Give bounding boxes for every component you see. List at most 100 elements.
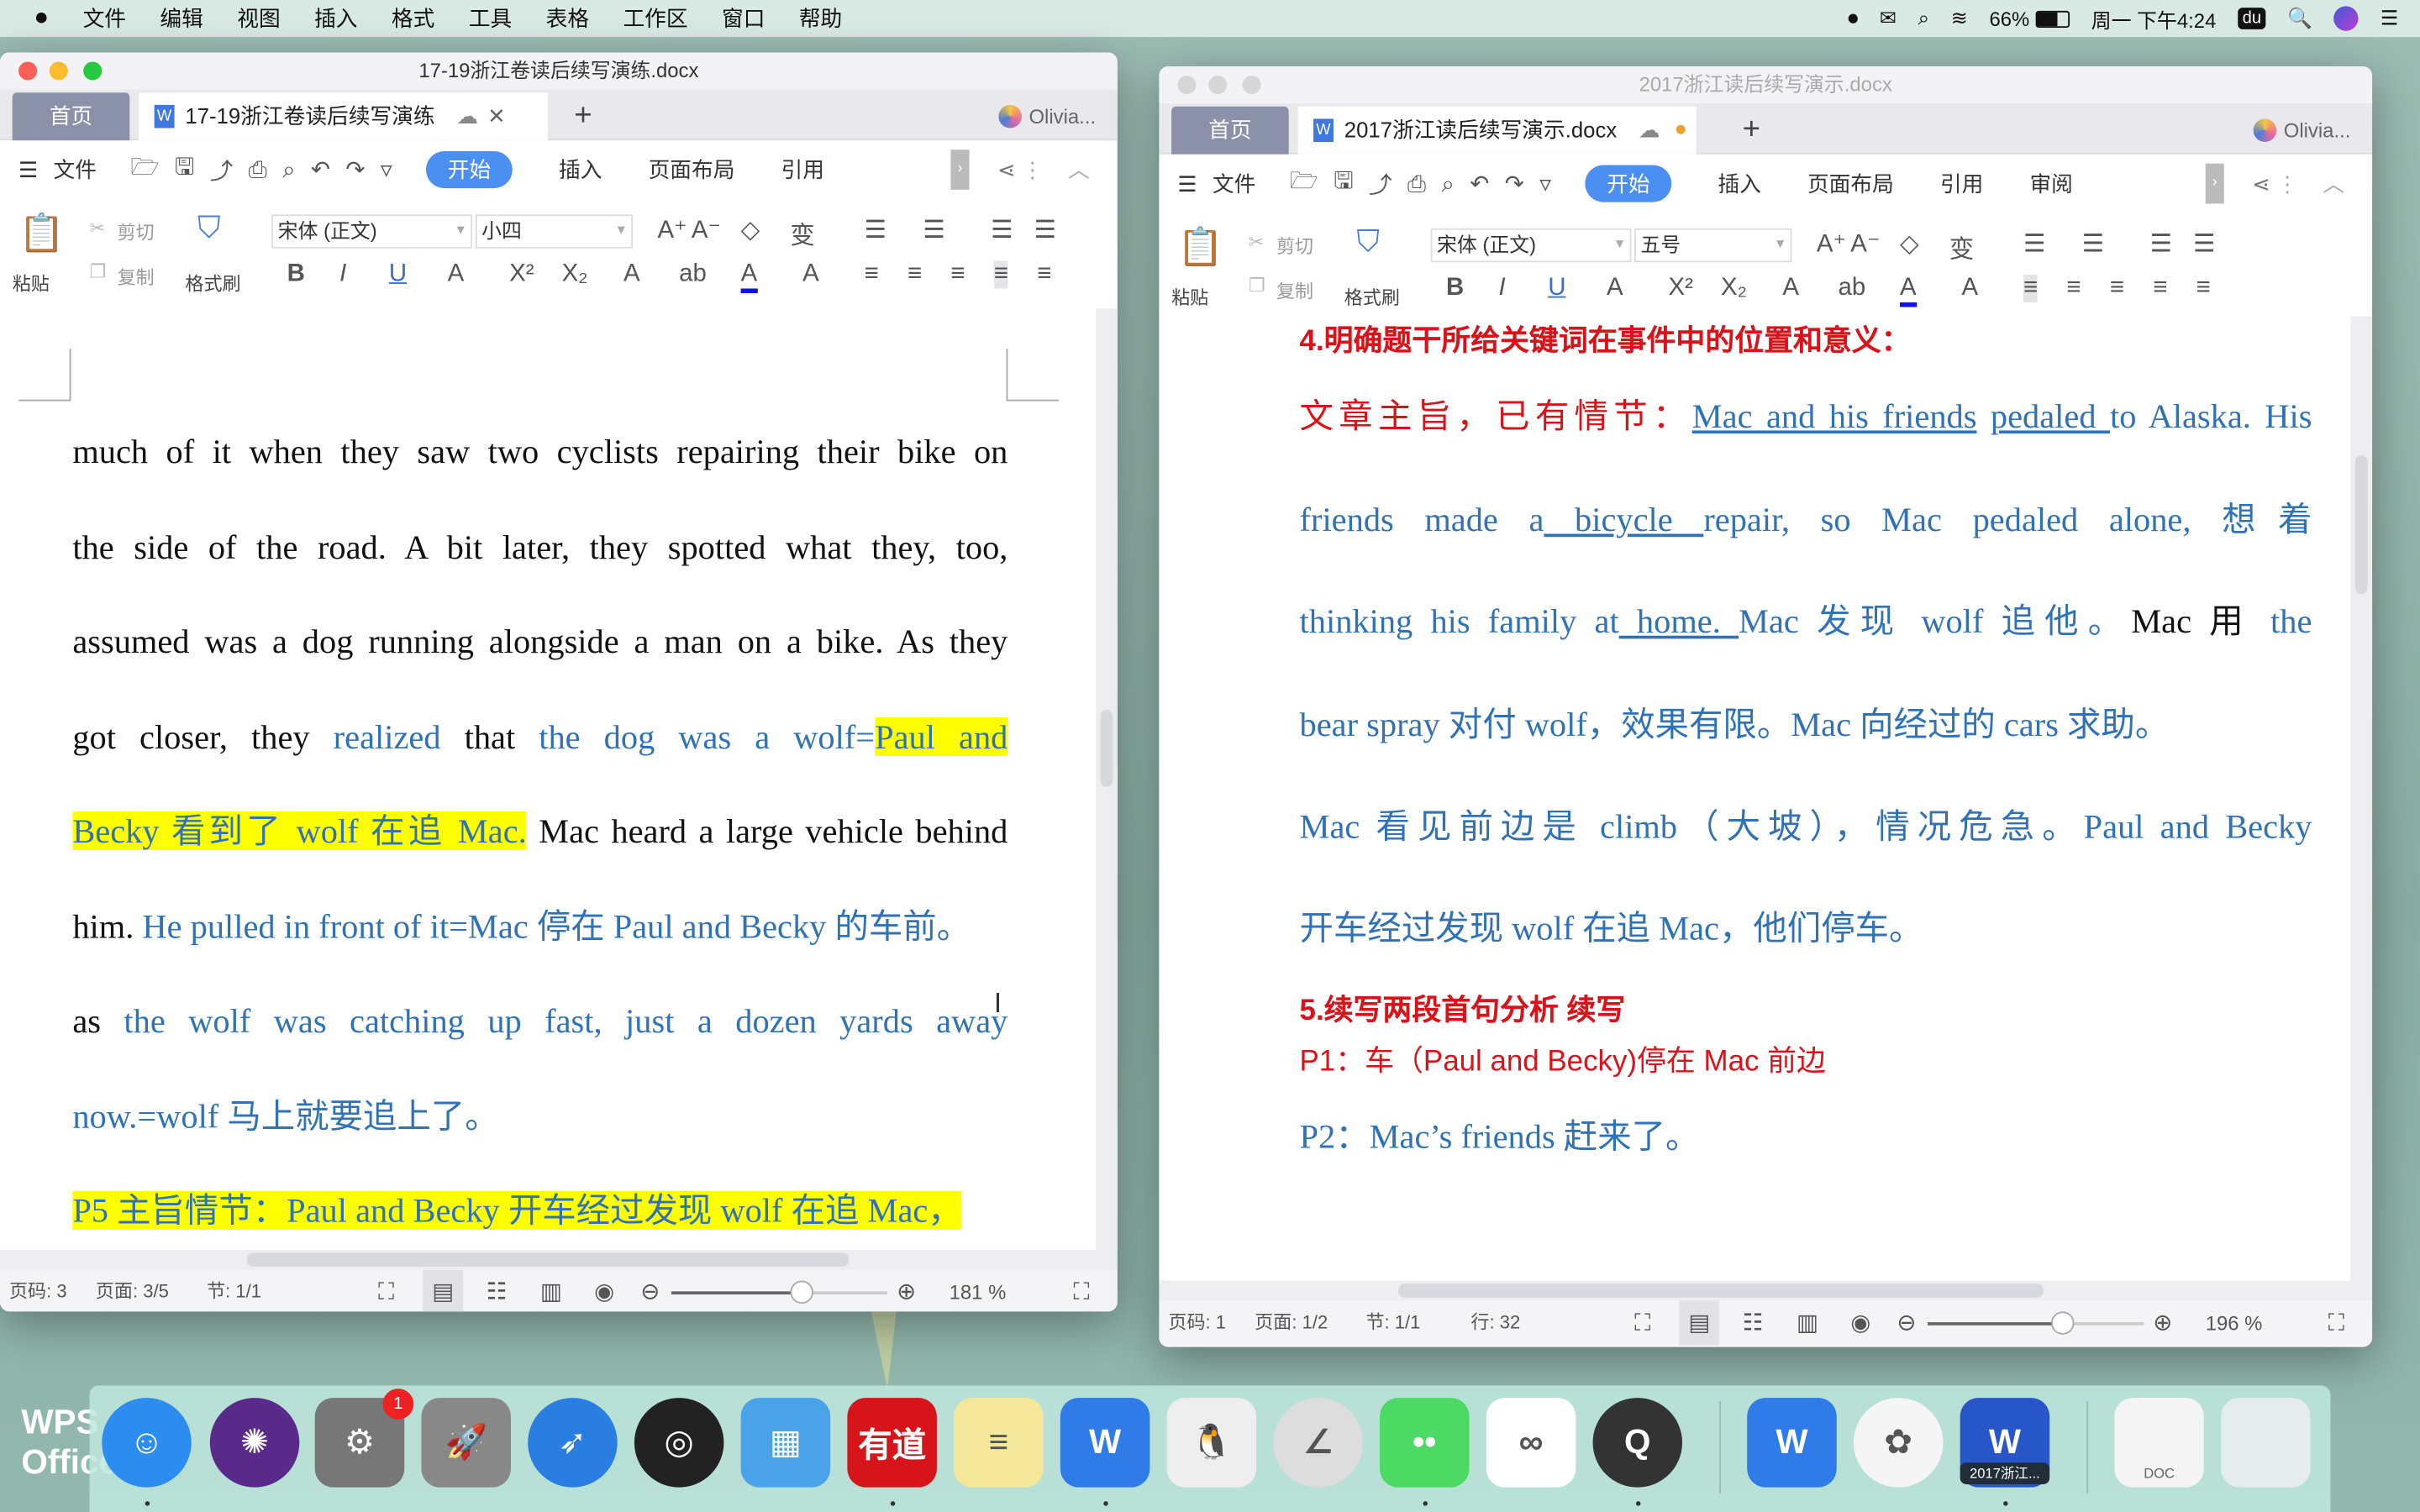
zoom-in-icon[interactable]: ⊕ [897, 1270, 916, 1312]
dock-app-quicktime[interactable]: Q [1592, 1398, 1683, 1488]
fit-page-icon[interactable]: ⛶ [378, 1270, 394, 1312]
undo-icon[interactable]: ↶ [1470, 170, 1489, 197]
strikethrough-icon[interactable]: A [448, 260, 465, 288]
dock-app-system-preferences[interactable]: ⚙ 1 [314, 1389, 414, 1488]
dock-app-photos[interactable]: ✿ [1853, 1398, 1944, 1488]
subscript-icon[interactable]: X₂ [562, 260, 588, 288]
subscript-icon[interactable]: X₂ [1721, 275, 1747, 302]
format-painter-icon[interactable]: ⛉ [197, 212, 221, 247]
font-color-icon[interactable]: A [1900, 275, 1917, 307]
decrease-font-icon[interactable]: A⁻ [1850, 228, 1880, 260]
menu-item[interactable]: 视图 [237, 3, 280, 34]
underline-icon[interactable]: U [389, 260, 407, 288]
italic-icon[interactable]: I [1498, 275, 1505, 302]
page-view-icon[interactable]: ▤ [423, 1269, 464, 1312]
vertical-scrollbar[interactable] [1096, 308, 1118, 1250]
bullet-list-icon[interactable]: ☰ [2023, 228, 2045, 260]
scroll-thumb[interactable] [246, 1252, 850, 1267]
paste-button[interactable]: 粘贴 [1171, 284, 1208, 310]
menu-item[interactable]: 格式 [392, 3, 434, 34]
hamburger-icon[interactable]: ☰ [18, 156, 38, 182]
ribbon-tab[interactable]: 开始 [426, 151, 513, 189]
phonetic-guide-icon[interactable]: 变 [1949, 228, 1974, 265]
close-tab-icon[interactable]: ✕ [487, 103, 506, 128]
font-name-select[interactable]: 宋体 (正文) [271, 214, 473, 249]
dock-app-finder[interactable]: ☺ [102, 1398, 192, 1488]
font-name-select[interactable]: 宋体 (正文) [1430, 228, 1632, 263]
align-left-icon[interactable]: ≡ [2023, 274, 2039, 303]
more-options-icon[interactable]: ⋮ [1022, 156, 1044, 182]
zoom-button[interactable] [83, 61, 103, 81]
cloud-icon[interactable]: ☁ [1639, 118, 1660, 142]
align-right-icon[interactable]: ≡ [2110, 275, 2124, 302]
horizontal-scrollbar[interactable] [0, 1249, 1118, 1270]
customize-icon[interactable]: ▿ [1539, 170, 1551, 197]
menu-item[interactable]: 工作区 [623, 3, 687, 34]
eye-protection-icon[interactable]: ◉ [594, 1270, 614, 1312]
menu-item[interactable]: 表格 [546, 3, 589, 34]
align-center-icon[interactable]: ≡ [2066, 275, 2081, 302]
minimize-button[interactable] [1208, 76, 1228, 95]
copy-icon[interactable]: ❐ [1249, 275, 1265, 297]
clock[interactable]: 周一 下午4:24 [2091, 4, 2217, 34]
paste-button[interactable]: 粘贴 [13, 270, 50, 296]
text-effect-icon[interactable]: A [1782, 275, 1799, 302]
export-icon[interactable]: ⤴ [210, 154, 234, 186]
text-effect-icon[interactable]: A [623, 260, 640, 288]
new-tab-button[interactable]: + [1743, 107, 1760, 155]
undo-icon[interactable]: ↶ [311, 156, 330, 183]
redo-icon[interactable]: ↷ [345, 156, 365, 183]
dock-app-obs[interactable]: ◎ [634, 1398, 724, 1488]
scroll-thumb[interactable] [1398, 1284, 2044, 1298]
home-tab[interactable]: 首页 [1171, 106, 1289, 155]
scissors-icon[interactable]: ✂ [90, 218, 105, 239]
siri-icon[interactable] [2333, 6, 2360, 31]
ribbon-tab[interactable]: 开始 [1585, 165, 1672, 202]
wechat-icon[interactable]: ✉ [1880, 6, 1897, 30]
copy-button[interactable]: 复制 [118, 264, 155, 290]
superscript-icon[interactable]: X² [1669, 275, 1693, 302]
justify-icon[interactable]: ≡ [993, 260, 1009, 289]
document-tab[interactable]: W 2017浙江读后续写演示.docx ☁ [1297, 106, 1697, 155]
decrease-indent-icon[interactable]: ☰ [2150, 228, 2172, 260]
du-icon[interactable]: du [2238, 8, 2266, 29]
align-left-icon[interactable]: ≡ [865, 260, 879, 288]
horizontal-scrollbar[interactable] [1159, 1280, 2373, 1301]
copy-icon[interactable]: ❐ [90, 260, 107, 282]
ribbon-tab[interactable]: 页面布局 [649, 155, 735, 186]
dock-app-writer-app[interactable]: ∠ [1273, 1398, 1363, 1488]
copy-button[interactable]: 复制 [1276, 278, 1313, 304]
zoom-slider[interactable] [671, 1280, 888, 1305]
minimize-button[interactable] [49, 61, 68, 81]
apple-icon[interactable]: ● [34, 5, 49, 33]
save-icon[interactable]: 🖫 [175, 150, 194, 189]
fit-page-icon[interactable]: ⛶ [1634, 1300, 1650, 1345]
menu-item[interactable]: 文件 [83, 3, 126, 34]
clear-format-icon[interactable]: ◇ [1900, 228, 1919, 260]
dock-app-doc-file[interactable]: DOC [2114, 1398, 2204, 1488]
zoom-slider[interactable] [1928, 1311, 2144, 1335]
phonetic-guide-icon[interactable]: 变 [790, 214, 814, 251]
scissors-icon[interactable]: ✂ [1249, 232, 1264, 254]
print-icon[interactable]: ⎙ [1407, 171, 1426, 197]
dock-app-wps-office-2[interactable]: W [1747, 1398, 1837, 1488]
superscript-icon[interactable]: X² [509, 260, 534, 288]
numbered-list-icon[interactable]: ☰ [923, 214, 944, 245]
font-color-icon[interactable]: A [740, 260, 758, 293]
highlight-icon[interactable]: ab [679, 260, 707, 288]
increase-indent-icon[interactable]: ☰ [2193, 228, 2215, 260]
zoom-level[interactable]: 181 % [950, 1270, 1007, 1312]
dock-app-notes[interactable]: ≡ [954, 1398, 1044, 1488]
eye-protection-icon[interactable]: ◉ [1850, 1300, 1870, 1345]
vertical-scrollbar[interactable] [2350, 316, 2373, 1281]
dock-app-wps-document[interactable]: W 2017浙江... [1960, 1398, 2050, 1488]
user-account[interactable]: Olivia... [2253, 107, 2350, 155]
menu-item[interactable]: 工具 [469, 3, 512, 34]
open-icon[interactable]: 🗁 [130, 150, 159, 189]
increase-indent-icon[interactable]: ☰ [1034, 214, 1056, 245]
dock-app-launchpad[interactable]: 🚀 [421, 1398, 511, 1488]
align-right-icon[interactable]: ≡ [950, 260, 965, 288]
fullscreen-icon[interactable]: ⛶ [1073, 1270, 1089, 1312]
share-icon[interactable]: ⋖ [2252, 171, 2270, 197]
spotlight-icon[interactable]: 🔍 [2287, 6, 2312, 30]
